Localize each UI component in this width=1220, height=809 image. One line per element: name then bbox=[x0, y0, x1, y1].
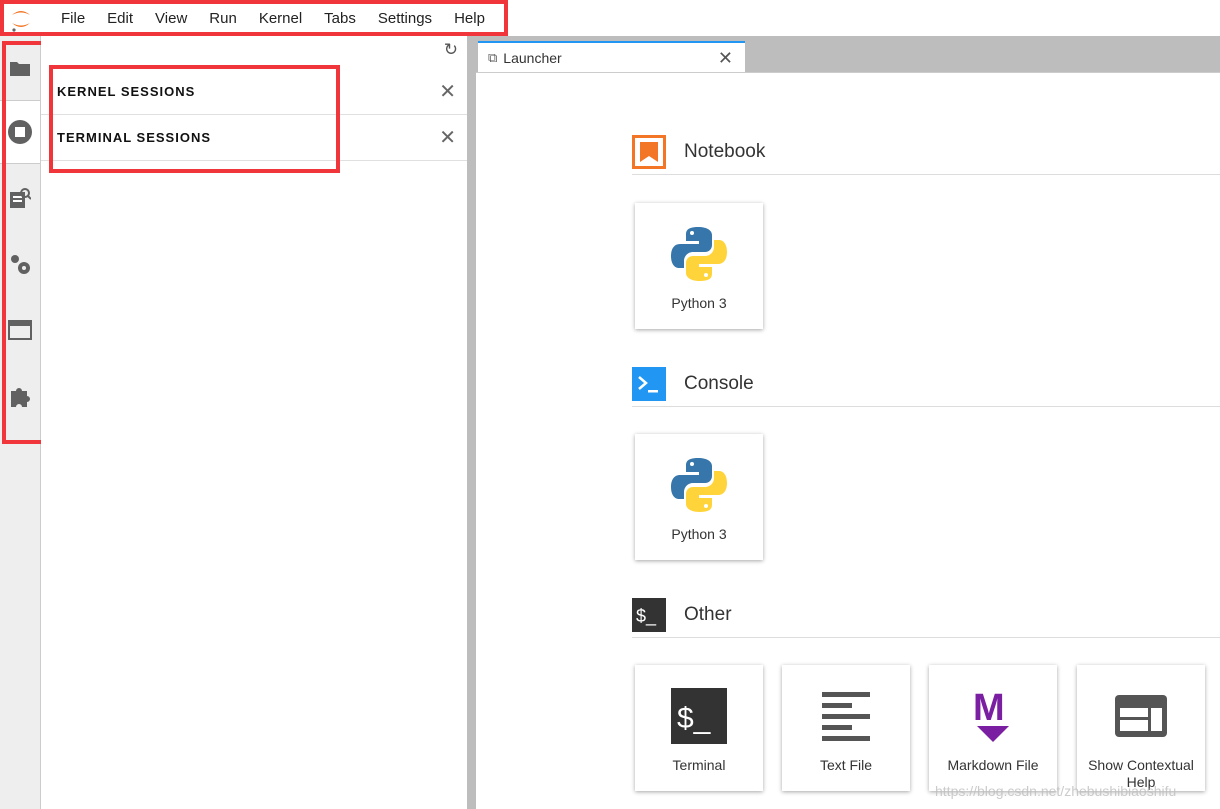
gears-icon bbox=[11, 255, 30, 274]
panel-splitter[interactable] bbox=[467, 36, 476, 809]
python-logo-icon bbox=[670, 444, 728, 526]
folder-icon bbox=[10, 62, 30, 76]
other-section-header: $_ Other bbox=[632, 592, 1220, 638]
running-sessions-tab[interactable] bbox=[0, 100, 40, 164]
commands-tab[interactable] bbox=[0, 166, 40, 230]
terminal-card[interactable]: $_ Terminal bbox=[635, 665, 763, 791]
menu-settings[interactable]: Settings bbox=[367, 10, 443, 27]
refresh-icon[interactable]: ↻ bbox=[444, 40, 458, 60]
kernel-sessions-section[interactable]: KERNEL SESSIONS ✕ bbox=[41, 69, 467, 115]
svg-text:$_: $_ bbox=[677, 702, 712, 735]
terminal-icon: $_ bbox=[632, 597, 666, 632]
contextual-help-icon bbox=[1114, 675, 1168, 757]
tab-label: Launcher bbox=[503, 50, 562, 66]
terminal-icon: $_ bbox=[671, 675, 727, 757]
left-icon-bar bbox=[0, 36, 41, 809]
console-section-header: Console bbox=[632, 361, 1220, 407]
extension-manager-tab[interactable] bbox=[0, 364, 40, 428]
command-palette-icon bbox=[10, 188, 31, 208]
close-tab-icon[interactable]: ✕ bbox=[718, 48, 733, 69]
menu-edit[interactable]: Edit bbox=[96, 10, 144, 27]
kernel-sessions-label: KERNEL SESSIONS bbox=[57, 84, 196, 99]
notebook-title: Notebook bbox=[684, 140, 766, 162]
notebook-icon bbox=[632, 134, 666, 169]
terminal-sessions-section[interactable]: TERMINAL SESSIONS ✕ bbox=[41, 115, 467, 161]
puzzle-piece-icon bbox=[11, 388, 30, 407]
card-label: Python 3 bbox=[671, 526, 727, 542]
watermark: https://blog.csdn.net/zhebushibiaoshifu bbox=[935, 783, 1177, 799]
launcher-icon: ⧉ bbox=[488, 50, 498, 65]
notebook-python3-card[interactable]: Python 3 bbox=[635, 203, 763, 329]
contextual-help-card[interactable]: Show Contextual Help bbox=[1077, 665, 1205, 791]
menu-help[interactable]: Help bbox=[443, 10, 496, 27]
menubar: File Edit View Run Kernel Tabs Settings … bbox=[0, 0, 1220, 36]
menu-kernel[interactable]: Kernel bbox=[248, 10, 313, 27]
menu-tabs[interactable]: Tabs bbox=[313, 10, 367, 27]
text-file-icon bbox=[820, 675, 872, 757]
card-label: Python 3 bbox=[671, 295, 727, 311]
text-file-card[interactable]: Text File bbox=[782, 665, 910, 791]
markdown-icon: M bbox=[971, 675, 1015, 757]
svg-text:M: M bbox=[973, 687, 1005, 729]
markdown-file-card[interactable]: M Markdown File bbox=[929, 665, 1057, 791]
close-icon[interactable]: ✕ bbox=[439, 125, 457, 150]
menu-view[interactable]: View bbox=[144, 10, 198, 27]
menu-run[interactable]: Run bbox=[198, 10, 248, 27]
notebook-section-header: Notebook bbox=[632, 129, 1220, 175]
terminal-sessions-label: TERMINAL SESSIONS bbox=[57, 130, 212, 145]
stop-circle-icon bbox=[8, 120, 32, 144]
card-label: Terminal bbox=[672, 757, 726, 773]
console-title: Console bbox=[684, 372, 754, 394]
tab-bar: ⧉ Launcher ✕ bbox=[476, 36, 1220, 73]
launcher: Notebook Python 3 Console Python 3 $_ Ot… bbox=[476, 72, 1220, 809]
other-title: Other bbox=[684, 603, 732, 625]
menu-file[interactable]: File bbox=[50, 10, 96, 27]
console-python3-card[interactable]: Python 3 bbox=[635, 434, 763, 560]
tabs-list-tab[interactable] bbox=[0, 298, 40, 362]
tab-launcher[interactable]: ⧉ Launcher ✕ bbox=[478, 41, 745, 73]
card-label: Text File bbox=[819, 757, 873, 773]
tab-window-icon bbox=[8, 320, 32, 340]
console-icon bbox=[632, 366, 666, 401]
close-icon[interactable]: ✕ bbox=[439, 79, 457, 104]
property-inspector-tab[interactable] bbox=[0, 232, 40, 296]
card-label: Markdown File bbox=[947, 757, 1039, 773]
svg-text:$_: $_ bbox=[636, 606, 657, 627]
jupyter-logo-icon bbox=[10, 7, 32, 32]
python-logo-icon bbox=[670, 213, 728, 295]
running-sessions-panel: ↻ KERNEL SESSIONS ✕ TERMINAL SESSIONS ✕ bbox=[41, 36, 467, 809]
file-browser-tab[interactable] bbox=[0, 36, 40, 100]
